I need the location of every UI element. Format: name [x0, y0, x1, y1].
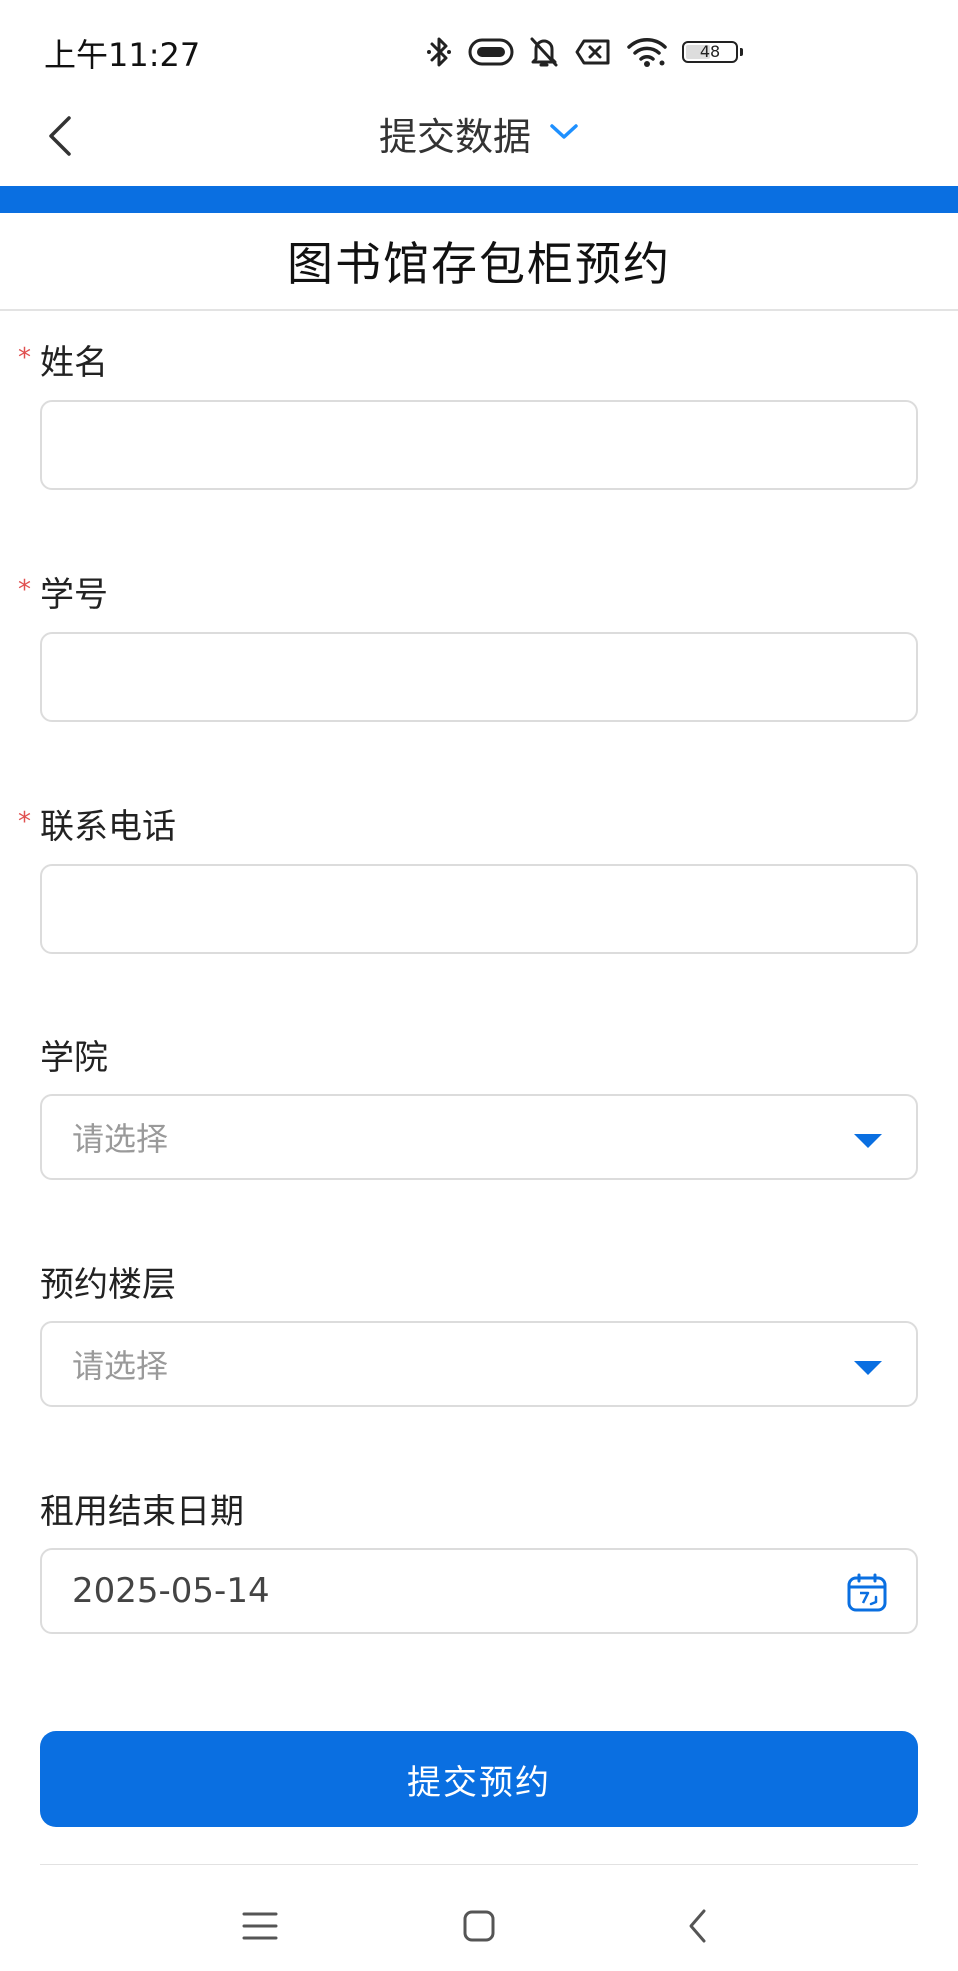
caret-down-icon — [854, 1134, 882, 1148]
field-label: 预约楼层 — [40, 1265, 176, 1305]
college-select[interactable]: 请选择 — [40, 1094, 918, 1180]
field-label: 学号 — [40, 575, 108, 615]
form-header: 图书馆存包柜预约 — [0, 213, 958, 311]
field-label: 姓名 — [40, 343, 108, 383]
no-sim-icon — [574, 37, 612, 67]
submit-button[interactable]: 提交预约 — [40, 1731, 918, 1827]
field-college: 学院 请选择 — [40, 1030, 918, 1190]
name-input-box — [40, 400, 918, 490]
battery-percent: 48 — [699, 42, 721, 61]
required-mark: * — [18, 575, 31, 605]
select-placeholder: 请选择 — [72, 1120, 169, 1158]
bluetooth-icon — [424, 35, 454, 69]
required-mark: * — [18, 807, 31, 837]
select-placeholder: 请选择 — [72, 1347, 169, 1385]
floor-select[interactable]: 请选择 — [40, 1321, 918, 1407]
end-date-picker[interactable]: 2025-05-14 — [40, 1548, 918, 1634]
back-icon — [686, 1908, 710, 1948]
field-label: 租用结束日期 — [40, 1492, 244, 1532]
date-value: 2025-05-14 — [72, 1571, 270, 1611]
field-name: * 姓名 — [18, 335, 918, 495]
nfc-icon — [468, 37, 514, 67]
nav-title-dropdown[interactable]: 提交数据 — [0, 106, 958, 161]
divider — [40, 1864, 918, 1865]
battery-icon: 48 — [682, 41, 743, 63]
field-label: 联系电话 — [40, 807, 176, 847]
bell-off-icon — [528, 35, 560, 69]
accent-bar — [0, 186, 958, 213]
nav-bar: 提交数据 — [0, 100, 958, 186]
home-button[interactable] — [449, 1898, 509, 1958]
page-title: 提交数据 — [378, 115, 531, 159]
form-title: 图书馆存包柜预约 — [287, 237, 671, 291]
field-floor: 预约楼层 请选择 — [40, 1257, 918, 1417]
menu-icon — [242, 1910, 278, 1946]
submit-label: 提交预约 — [407, 1763, 551, 1802]
wifi-icon — [626, 36, 668, 68]
status-icons: 48 — [424, 32, 743, 72]
chevron-down-icon — [549, 122, 579, 146]
status-bar: 上午11:27 48 — [0, 0, 958, 100]
caret-down-icon — [854, 1361, 882, 1375]
field-phone: * 联系电话 — [18, 799, 918, 959]
field-end-date: 租用结束日期 2025-05-14 — [40, 1484, 918, 1644]
field-student-id: * 学号 — [18, 567, 918, 727]
student-id-input[interactable] — [42, 634, 916, 720]
calendar-icon[interactable] — [846, 1572, 888, 1618]
status-time: 上午11:27 — [44, 36, 201, 74]
home-icon — [462, 1909, 496, 1947]
name-input[interactable] — [42, 402, 916, 488]
student-id-input-box — [40, 632, 918, 722]
phone-input-box — [40, 864, 918, 954]
recent-apps-button[interactable] — [230, 1898, 290, 1958]
phone-input[interactable] — [42, 866, 916, 952]
field-label: 学院 — [40, 1038, 108, 1078]
system-nav-bar — [0, 1880, 958, 1971]
system-back-button[interactable] — [668, 1898, 728, 1958]
required-mark: * — [18, 343, 31, 373]
